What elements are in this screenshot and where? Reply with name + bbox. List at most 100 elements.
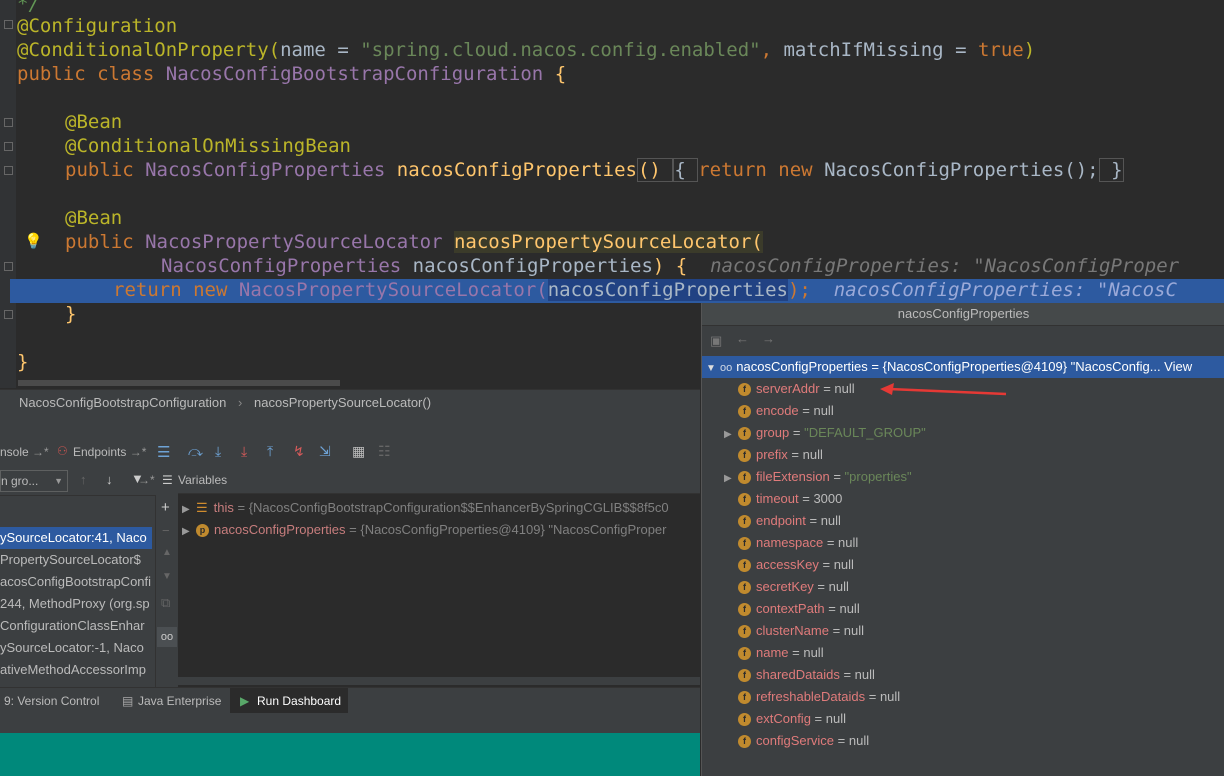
variables-scrollbar[interactable]	[178, 677, 700, 685]
drop-frame-icon[interactable]: ↯	[293, 443, 305, 460]
field-value: "properties"	[844, 469, 912, 484]
field-row-namespace[interactable]: f namespace = null	[724, 532, 858, 554]
expand-icon[interactable]: ▶	[724, 424, 738, 446]
annotation: @Bean	[65, 111, 123, 133]
tool-window-bar: 9: Version Control ▤ Java Enterprise ▶ R…	[0, 687, 700, 714]
thread-select[interactable]: n gro... ▼	[0, 470, 68, 492]
variables-title: Variables	[178, 473, 228, 487]
field-name: serverAddr	[756, 381, 820, 396]
field-name: extConfig	[756, 711, 811, 726]
field-row-sharedDataids[interactable]: f sharedDataids = null	[724, 664, 875, 686]
fold-marker[interactable]	[4, 20, 13, 29]
run-to-cursor-icon[interactable]: ⇲	[319, 443, 331, 460]
step-into-icon[interactable]: ⤓	[215, 443, 221, 460]
keyword: return	[113, 279, 182, 301]
field-row-configService[interactable]: f configService = null	[724, 730, 869, 752]
field-row-encode[interactable]: f encode = null	[724, 400, 834, 422]
frame-row[interactable]: ConfigurationClassEnhar	[0, 615, 152, 637]
field-icon: f	[738, 625, 751, 639]
frame-row[interactable]: ySourceLocator:-1, Naco	[0, 637, 152, 659]
variable-row-props[interactable]: ▶ p nacosConfigProperties = {NacosConfigPr…	[182, 519, 667, 541]
step-out-icon[interactable]: ⤒	[267, 443, 273, 460]
arrow-down-icon[interactable]: ↓	[106, 472, 113, 487]
fold-marker[interactable]	[4, 262, 13, 271]
fold-marker[interactable]	[4, 310, 13, 319]
breadcrumb: NacosConfigBootstrapConfiguration › naco…	[0, 389, 700, 416]
brace: }	[1098, 158, 1124, 182]
java-enterprise-icon: ▤	[122, 694, 134, 708]
field-value: = null	[839, 667, 875, 682]
horizontal-scrollbar[interactable]	[18, 380, 340, 386]
fold-marker[interactable]	[4, 118, 13, 127]
tab-console[interactable]: nsole →*	[0, 445, 49, 459]
field-row-refreshableDataids[interactable]: f refreshableDataids = null	[724, 686, 900, 708]
down-icon: ▼	[162, 571, 172, 582]
expand-icon[interactable]: ▶	[182, 499, 196, 519]
field-row-endpoint[interactable]: f endpoint = null	[724, 510, 841, 532]
fold-marker[interactable]	[4, 166, 13, 175]
parens: ()	[636, 158, 674, 182]
field-row-clusterName[interactable]: f clusterName = null	[724, 620, 864, 642]
field-name: sharedDataids	[756, 667, 840, 682]
step-over-icon[interactable]: ⤼	[188, 443, 203, 460]
add-icon[interactable]: +	[161, 499, 170, 516]
debug-header	[0, 415, 700, 440]
code-line: public NacosPropertySourceLocator nacosP…	[65, 230, 763, 254]
field-row-timeout[interactable]: f timeout = 3000	[724, 488, 842, 510]
force-step-into-icon[interactable]: ⤓	[241, 443, 247, 460]
breadcrumb-method[interactable]: nacosPropertySourceLocator()	[254, 395, 431, 410]
fold-marker[interactable]	[4, 142, 13, 151]
frame-row[interactable]: ativeMethodAccessorImp	[0, 659, 152, 681]
menu-icon[interactable]: ☰	[157, 443, 170, 461]
expand-icon[interactable]: ▶	[724, 468, 738, 490]
field-value: = null	[828, 623, 865, 638]
variables-header: →* ☰ Variables	[138, 467, 700, 494]
frame-row[interactable]: 244, MethodProxy (org.sp	[0, 593, 152, 615]
java-enterprise-tab[interactable]: Java Enterprise	[138, 688, 221, 714]
frame-row[interactable]: PropertySourceLocator$	[0, 549, 152, 571]
field-row-fileExtension[interactable]: ▶ f fileExtension = "properties"	[724, 466, 912, 488]
tab-endpoints[interactable]: Endpoints →*	[73, 445, 146, 459]
evaluate-icon[interactable]: ▦	[352, 443, 365, 460]
method-name: nacosPropertySourceLocator(	[453, 231, 763, 253]
class-name: NacosConfigBootstrapConfiguration	[165, 63, 544, 85]
field-name: accessKey	[756, 557, 819, 572]
field-row-contextPath[interactable]: f contextPath = null	[724, 598, 860, 620]
field-row-secretKey[interactable]: f secretKey = null	[724, 576, 849, 598]
frame-row[interactable]: acosConfigBootstrapConfi	[0, 571, 152, 593]
version-control-tab[interactable]: 9: Version Control	[4, 688, 99, 714]
field-row-prefix[interactable]: f prefix = null	[724, 444, 823, 466]
annotation-param: name	[280, 39, 326, 61]
field-value: = null	[818, 557, 854, 572]
field-value: = null	[788, 645, 824, 660]
field-name: contextPath	[756, 601, 825, 616]
keyword: true	[977, 39, 1024, 61]
variable-name: nacosConfigProperties	[214, 522, 346, 537]
field-row-accessKey[interactable]: f accessKey = null	[724, 554, 854, 576]
root-row[interactable]: ▼ oo nacosConfigProperties = {NacosConfigP…	[706, 356, 1192, 378]
code-line: @ConditionalOnMissingBean	[65, 134, 351, 158]
field-row-name[interactable]: f name = null	[724, 642, 824, 664]
breadcrumb-class[interactable]: NacosConfigBootstrapConfiguration	[19, 395, 226, 410]
field-name: name	[756, 645, 789, 660]
expand-icon[interactable]: ▶	[182, 521, 196, 541]
lightbulb-icon[interactable]: 💡	[24, 232, 43, 250]
variable-inspect-popup[interactable]: nacosConfigProperties ▣ ← → ▼ oo nacosConf…	[701, 303, 1224, 776]
run-dashboard-tab[interactable]: ▶ Run Dashboard	[230, 688, 348, 714]
field-row-extConfig[interactable]: f extConfig = null	[724, 708, 846, 730]
field-icon: f	[738, 559, 751, 573]
popup-tree: ▼ oo nacosConfigProperties = {NacosConfigP…	[702, 355, 1224, 776]
watches-icon[interactable]: oo	[157, 627, 177, 647]
method-name: nacosConfigProperties	[396, 159, 637, 181]
field-row-group[interactable]: ▶ f group = "DEFAULT_GROUP"	[724, 422, 926, 444]
code-line: @ConditionalOnProperty(name = "spring.cl…	[17, 38, 1035, 62]
minus-icon: −	[162, 523, 170, 538]
type-name: NacosConfigProperties	[161, 255, 402, 277]
field-value: = null	[787, 447, 823, 462]
pin-icon[interactable]: →*	[138, 467, 155, 493]
tab-console-label: nsole	[0, 445, 29, 459]
variable-row-this[interactable]: ▶ ☰ this = {NacosConfigBootstrapConfigurat…	[182, 497, 669, 519]
field-row-serverAddr[interactable]: f serverAddr = null	[724, 378, 855, 400]
frame-row[interactable]: ySourceLocator:41, Naco	[0, 527, 152, 549]
collapse-icon[interactable]: ▼	[706, 358, 720, 380]
